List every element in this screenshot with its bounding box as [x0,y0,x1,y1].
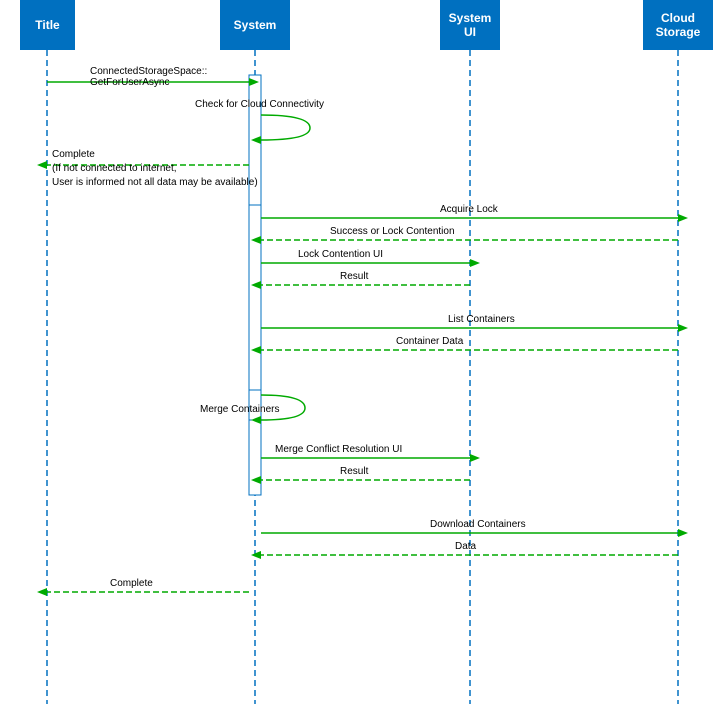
label-m2: Check for Cloud Connectivity [195,99,324,110]
label-m8: List Containers [448,314,515,325]
label-m7: Result [340,271,368,282]
label-m5: Success or Lock Contention [330,226,455,237]
lifeline-cloudstorage: Cloud Storage [643,0,713,50]
label-m4: Acquire Lock [440,204,498,215]
label-m1: ConnectedStorageSpace::GetForUserAsync [90,66,207,88]
label-m13: Download Containers [430,519,526,530]
label-m15: Complete [110,578,153,589]
label-m6: Lock Contention UI [298,249,383,260]
label-m3: Complete(If not connected to internet,Us… [52,148,258,190]
label-m12: Result [340,466,368,477]
arrows-svg [0,0,718,704]
label-m14: Data [455,541,476,552]
lifeline-system: System [220,0,290,50]
sequence-diagram: Title System System UI Cloud Storage [0,0,718,704]
label-m10: Merge Containers [200,404,279,415]
lifeline-title: Title [20,0,75,50]
lifeline-systemui: System UI [440,0,500,50]
label-m11: Merge Conflict Resolution UI [275,444,402,455]
label-m9: Container Data [396,336,463,347]
